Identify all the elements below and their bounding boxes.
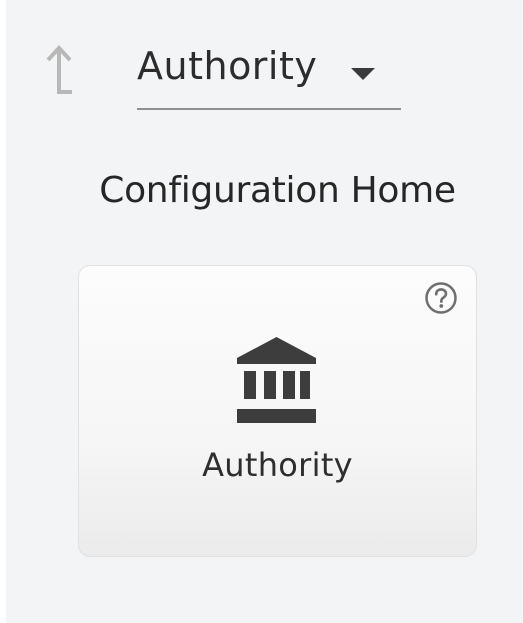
- back-button[interactable]: [44, 44, 74, 96]
- caret-down-icon: [351, 68, 375, 80]
- configuration-panel: Authority Configuration Home Authority: [6, 0, 523, 623]
- authority-tile[interactable]: Authority: [78, 265, 477, 557]
- authority-selector[interactable]: Authority: [137, 40, 401, 110]
- tile-label: Authority: [202, 446, 353, 484]
- bank-icon: [237, 336, 316, 424]
- authority-selector-value: Authority: [137, 44, 318, 88]
- question-circle-icon[interactable]: [424, 281, 458, 315]
- up-arrow-icon: [46, 45, 72, 94]
- page-title: Configuration Home: [99, 170, 456, 211]
